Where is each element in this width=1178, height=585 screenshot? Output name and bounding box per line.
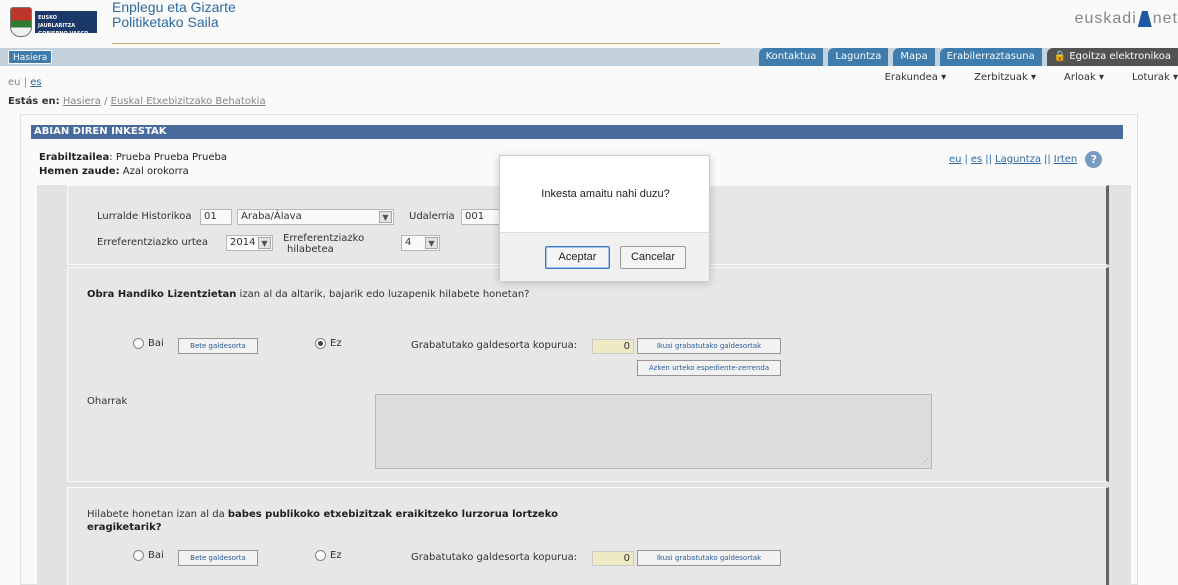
confirm-dialog: Inkesta amaitu nahi duzu? Aceptar Cancel… [499, 155, 710, 281]
page: EUSKO JAURLARITZA GOBIERNO VASCO Enplegu… [0, 0, 1178, 585]
cancel-button[interactable]: Cancelar [620, 246, 686, 269]
confirm-dialog-footer: Aceptar Cancelar [500, 232, 709, 281]
accept-button[interactable]: Aceptar [545, 246, 610, 269]
confirm-dialog-message: Inkesta amaitu nahi duzu? [541, 188, 670, 200]
modal-overlay [0, 0, 1178, 585]
